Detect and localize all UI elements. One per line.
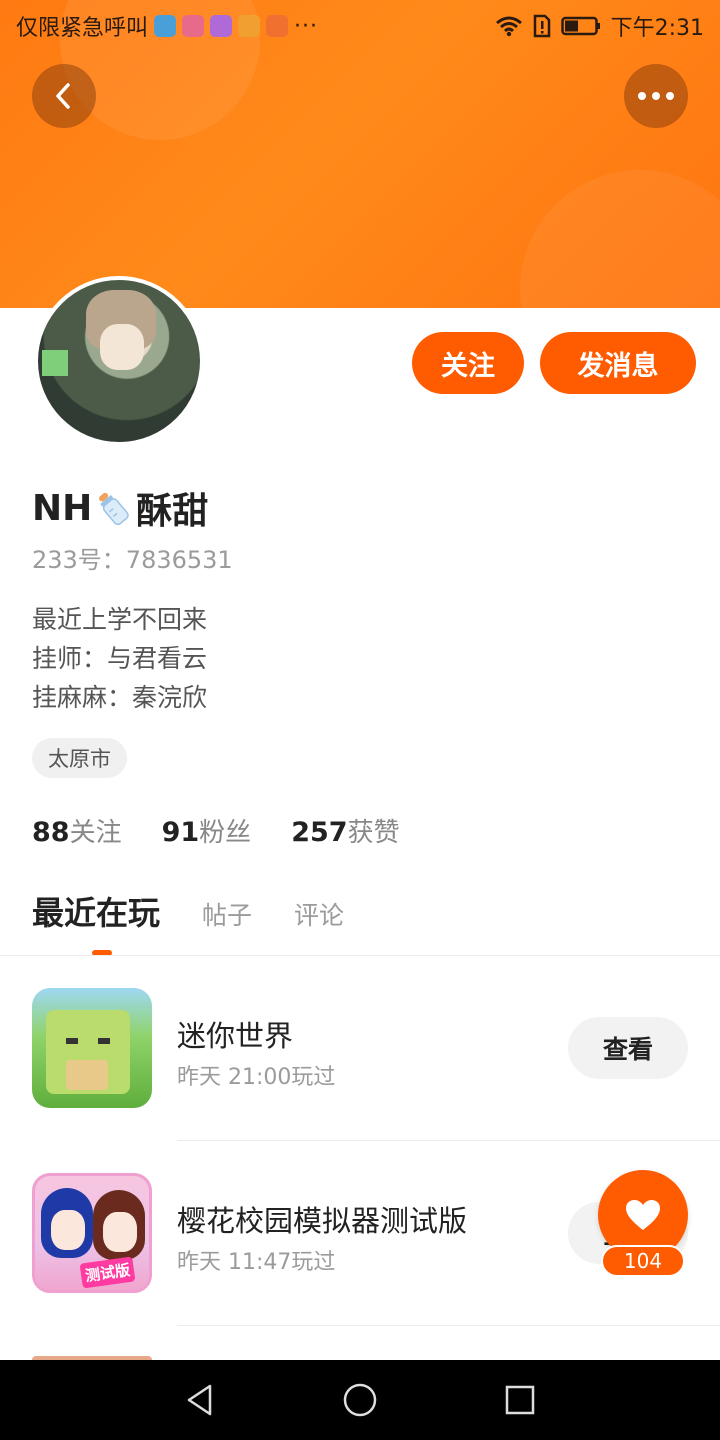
chevron-left-icon [56, 83, 70, 109]
user-id: 233号：7836531 [32, 546, 233, 574]
nav-recents-button[interactable] [500, 1380, 540, 1420]
baby-bottle-icon [99, 492, 130, 526]
nav-back-button[interactable] [180, 1380, 220, 1420]
more-options-button[interactable] [624, 64, 688, 128]
avatar-image [38, 280, 200, 442]
play-app-icon [266, 15, 289, 37]
send-message-button[interactable]: 发消息 [540, 332, 696, 394]
like-count: 104 [601, 1245, 685, 1277]
test-version-tag: 测试版 [79, 1256, 136, 1289]
triangle-back-icon [187, 1384, 212, 1416]
clock: 下午2:31 [610, 16, 704, 41]
profile-name-suffix: 酥甜 [136, 491, 209, 532]
profile-tabs: 最近在玩 帖子 评论 [32, 888, 344, 956]
bio-line: 最近上学不回来 [32, 605, 208, 634]
avatar[interactable] [34, 276, 204, 446]
paw-app-icon [182, 15, 205, 37]
system-nav-bar [0, 1360, 720, 1440]
music-app-icon [210, 15, 233, 37]
profile-name-prefix: NH [32, 487, 93, 529]
stat-fans[interactable]: 91粉丝 [162, 812, 252, 849]
stat-label: 粉丝 [199, 818, 252, 848]
stat-number: 88 [32, 817, 70, 848]
stat-likes[interactable]: 257获赞 [291, 812, 399, 849]
stat-label: 获赞 [347, 818, 400, 848]
tab-posts[interactable]: 帖子 [202, 896, 252, 932]
nav-home-button[interactable] [340, 1380, 380, 1420]
stat-number: 257 [291, 817, 348, 848]
game-title: 樱花校园模拟器测试版 [177, 1204, 468, 1238]
tab-recently-played[interactable]: 最近在玩 [32, 888, 160, 956]
game-title: 迷你世界 [177, 1019, 294, 1053]
circle-home-icon [343, 1383, 377, 1417]
game-icon-mini-world [32, 988, 152, 1108]
back-button[interactable] [32, 64, 96, 128]
heart-icon [626, 1200, 660, 1230]
tool-app-icon [238, 15, 261, 37]
battery-icon [560, 16, 600, 36]
follow-button[interactable]: 关注 [412, 332, 524, 394]
stats-row: 88关注 91粉丝 257获赞 [32, 812, 400, 849]
shield-app-icon [154, 15, 177, 37]
sim-alert-icon [533, 14, 550, 38]
played-time: 昨天 11:47玩过 [177, 1250, 336, 1275]
stat-following[interactable]: 88关注 [32, 812, 122, 849]
carrier-text: 仅限紧急呼叫 [16, 16, 149, 41]
bio: 最近上学不回来 挂师：与君看云 挂麻麻：秦浣欣 [32, 600, 207, 717]
view-button[interactable]: 查看 [568, 1017, 688, 1079]
more-notifications-indicator: ··· [294, 13, 318, 39]
status-bar: 仅限紧急呼叫 ··· 下午2:31 [0, 0, 720, 50]
creeper-icon [42, 350, 68, 376]
stat-number: 91 [161, 817, 200, 848]
square-recents-icon [505, 1385, 535, 1415]
profile-name: NH 酥甜 [32, 482, 208, 534]
list-item[interactable]: 迷你世界 昨天 21:00玩过 查看 [0, 955, 720, 1140]
more-horizontal-icon [638, 92, 674, 100]
played-time: 昨天 21:00玩过 [177, 1065, 336, 1090]
list-divider [177, 1325, 720, 1326]
bio-line: 挂麻麻：秦浣欣 [32, 683, 208, 712]
wifi-icon [495, 16, 522, 37]
bio-line: 挂师：与君看云 [32, 644, 208, 673]
tab-comments[interactable]: 评论 [294, 896, 344, 932]
location-tag[interactable]: 太原市 [32, 738, 127, 778]
banner-decoration [520, 170, 720, 308]
stat-label: 关注 [69, 818, 122, 848]
game-icon-sakura-school: 测试版 [32, 1173, 152, 1293]
